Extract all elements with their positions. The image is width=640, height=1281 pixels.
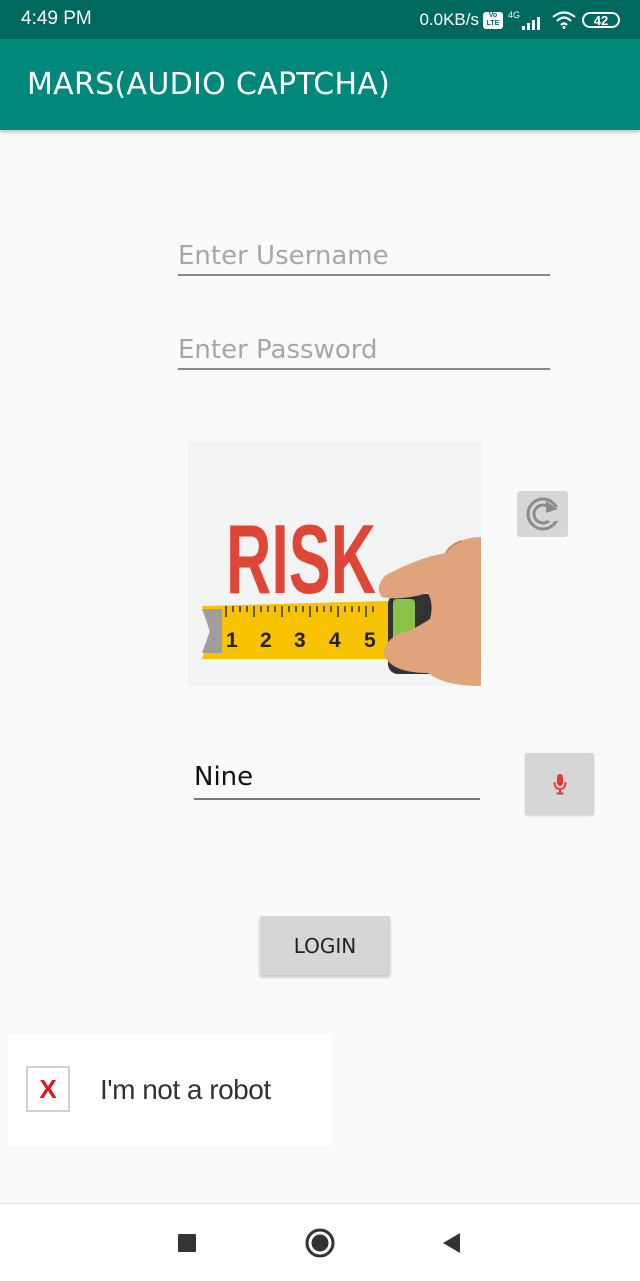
robot-check-mark: X [39, 1073, 57, 1104]
network-speed: 0.0KB/s [419, 10, 479, 29]
wifi-icon [552, 11, 576, 29]
status-icons: 0.0KB/s Vo LTE 4G 42 [419, 8, 620, 32]
refresh-captcha-button[interactable] [517, 491, 568, 537]
navigation-bar [0, 1203, 640, 1281]
username-field[interactable] [178, 238, 550, 276]
tape-number-5: 5 [364, 629, 376, 652]
square-icon [178, 1234, 196, 1252]
tape-number-2: 2 [260, 629, 272, 652]
battery-icon: 42 [582, 12, 620, 28]
robot-label: I'm not a robot [100, 1074, 271, 1105]
login-button[interactable]: LOGIN [260, 916, 390, 975]
password-field[interactable] [178, 332, 550, 370]
captcha-illustration: RISK 1 2 3 4 5 [188, 441, 481, 686]
tape-number-4: 4 [329, 629, 341, 652]
circle-icon [305, 1228, 335, 1258]
username-input[interactable] [178, 238, 550, 274]
refresh-icon [526, 497, 562, 531]
audio-mic-button[interactable] [525, 753, 594, 815]
volte-icon: Vo LTE [482, 11, 503, 29]
status-bar: 4:49 PM 0.0KB/s Vo LTE 4G 42 [0, 0, 640, 39]
signal-icon: 4G [508, 10, 544, 30]
captcha-word: RISK [226, 504, 376, 614]
tape-number-1: 1 [226, 629, 238, 652]
captcha-answer-input[interactable] [194, 758, 480, 796]
tape-number-3: 3 [294, 629, 306, 652]
captcha-answer-field[interactable] [194, 758, 480, 800]
nav-back-button[interactable] [432, 1224, 470, 1262]
password-input[interactable] [178, 332, 550, 368]
recaptcha-panel: X I'm not a robot [8, 1034, 332, 1146]
triangle-back-icon [443, 1233, 460, 1253]
nav-recents-button[interactable] [168, 1224, 206, 1262]
app-bar: MARS(AUDIO CAPTCHA) [0, 39, 640, 130]
nav-home-button[interactable] [300, 1223, 340, 1263]
mic-icon [553, 774, 566, 795]
app-title: MARS(AUDIO CAPTCHA) [27, 67, 391, 102]
robot-checkbox[interactable]: X [26, 1066, 70, 1112]
captcha-image: RISK 1 2 3 4 5 [188, 441, 481, 686]
status-time: 4:49 PM [21, 8, 92, 29]
network-type: 4G [507, 10, 520, 20]
